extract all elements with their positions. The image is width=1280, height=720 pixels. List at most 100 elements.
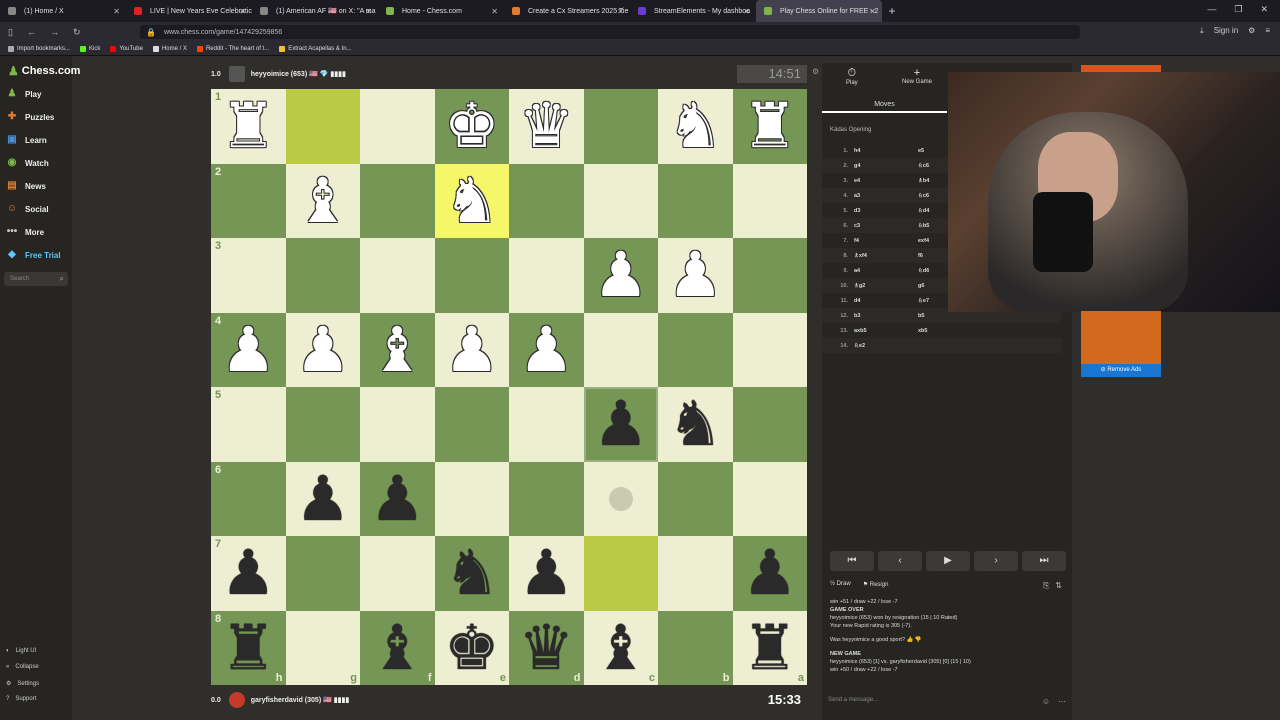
top-player-name[interactable]: heyyoimice (653) 🇺🇸 💎 ▮▮▮▮ xyxy=(251,70,346,78)
white-move[interactable]: ♗xf4 xyxy=(854,253,904,259)
board-square[interactable]: ♟ xyxy=(658,238,733,313)
board-square[interactable]: ♟ xyxy=(285,461,360,536)
board-square[interactable]: a ♜ xyxy=(732,610,807,685)
sidebar-bottom-collapse[interactable]: « Collapse xyxy=(6,664,39,670)
white-pawn-piece[interactable]: ♟ xyxy=(518,318,574,381)
tab-new-game[interactable]: + New Game xyxy=(902,67,932,85)
board-square[interactable]: 1 ♜ xyxy=(211,89,286,164)
board-settings-icon[interactable]: ⚙ xyxy=(812,67,819,76)
board-square[interactable] xyxy=(583,536,658,611)
board-square[interactable]: f ♝ xyxy=(360,610,435,685)
bookmark-item[interactable]: Home / X xyxy=(152,45,187,52)
download-icon[interactable]: ⤓ xyxy=(1200,26,1204,36)
board-square[interactable] xyxy=(583,163,658,238)
black-pawn-piece[interactable]: ♟ xyxy=(593,393,649,455)
black-move[interactable]: b5 xyxy=(918,313,968,319)
menu-icon[interactable]: ≡ xyxy=(1265,26,1270,36)
sidebar-toggle-icon[interactable]: ▯ xyxy=(8,27,13,38)
black-pawn-piece[interactable]: ♟ xyxy=(742,542,798,604)
board-square[interactable]: ♟ xyxy=(434,312,509,387)
board-square[interactable]: 2 xyxy=(211,163,286,238)
bookmark-item[interactable]: Kick xyxy=(80,45,100,52)
board-square[interactable] xyxy=(285,387,360,462)
board-square[interactable]: ♟ xyxy=(285,312,360,387)
legal-move-dot[interactable] xyxy=(608,486,633,511)
board-square[interactable] xyxy=(434,238,509,313)
board-square[interactable]: ♚ xyxy=(434,89,509,164)
black-pawn-piece[interactable]: ♟ xyxy=(220,542,276,604)
board-square[interactable]: b xyxy=(658,610,733,685)
black-knight-piece[interactable]: ♞ xyxy=(667,393,723,455)
resign-button[interactable]: ⚑ Resign xyxy=(863,581,889,588)
new-tab-button[interactable]: + xyxy=(882,4,902,18)
sidebar-item-social[interactable]: ☺ Social xyxy=(6,203,49,215)
board-square[interactable]: ♝ xyxy=(360,312,435,387)
chesscom-logo[interactable]: ♟ Chess.com xyxy=(8,64,80,78)
bottom-player-name[interactable]: garyfisherdavid (305) 🇺🇸 ▮▮▮▮ xyxy=(251,696,349,704)
white-pawn-piece[interactable]: ♟ xyxy=(593,244,649,306)
forward-icon[interactable]: → xyxy=(50,27,59,38)
tab-play[interactable]: ⏱ Play xyxy=(846,67,858,86)
board-square[interactable] xyxy=(658,461,733,536)
board-square[interactable] xyxy=(732,387,807,462)
black-queen-piece[interactable]: ♛ xyxy=(518,616,574,679)
board-square[interactable]: g xyxy=(285,610,360,685)
sidebar-bottom-settings[interactable]: ⚙ Settings xyxy=(6,680,39,688)
board-square[interactable] xyxy=(285,536,360,611)
white-move[interactable]: h4 xyxy=(854,148,904,154)
emoji-icon[interactable]: ☺ xyxy=(1042,697,1050,706)
board-square[interactable]: d ♛ xyxy=(509,610,584,685)
white-move[interactable]: ♗g2 xyxy=(854,283,904,289)
bookmark-item[interactable]: Import bookmarks... xyxy=(8,45,70,52)
white-move[interactable]: axb5 xyxy=(854,328,904,334)
board-square[interactable]: 5 xyxy=(211,387,286,462)
board-square[interactable]: ♟ xyxy=(732,536,807,611)
white-pawn-piece[interactable]: ♟ xyxy=(667,244,723,306)
sidebar-bottom-support[interactable]: ? Support xyxy=(6,696,36,702)
white-move[interactable]: d3 xyxy=(854,208,904,214)
close-tab-icon[interactable]: ✕ xyxy=(113,7,120,16)
black-bishop-piece[interactable]: ♝ xyxy=(369,616,425,679)
white-move[interactable]: f4 xyxy=(854,238,904,244)
board-square[interactable]: ♟ xyxy=(583,387,658,462)
white-move[interactable]: d4 xyxy=(854,298,904,304)
browser-tab[interactable]: Home - Chess.com ✕ xyxy=(378,0,504,22)
bookmark-item[interactable]: YouTube xyxy=(110,45,143,52)
chess-board[interactable]: 1 ♜ ♚ ♛ ♞ ♜ 2 ♝ ♞ 3 ♟ ♟ 4 ♟ ♟ ♝ ♟ ♟ 5 ♟ ♞ 6 ♟ ♟ 7 ♟ ♞ ♟ ♟ 8 h ♜ g f ♝ e ♚ d ♛ c… xyxy=(211,89,807,685)
board-square[interactable] xyxy=(658,163,733,238)
extensions-icon[interactable]: ⚙ xyxy=(1248,26,1255,36)
white-move[interactable]: g4 xyxy=(854,163,904,169)
draw-button[interactable]: ½ Draw xyxy=(830,581,851,588)
sidebar-item-more[interactable]: ••• More xyxy=(6,226,44,238)
search-input[interactable]: Search ⌕ xyxy=(4,272,68,286)
address-bar[interactable]: 🔒 www.chess.com/game/147429259856 xyxy=(140,25,1080,39)
board-square[interactable] xyxy=(434,387,509,462)
board-square[interactable] xyxy=(360,387,435,462)
board-square[interactable]: ♞ xyxy=(434,536,509,611)
bookmark-item[interactable]: Reddit - The heart of t... xyxy=(196,45,269,52)
tab-moves[interactable]: Moves xyxy=(822,99,947,113)
board-square[interactable]: ♞ xyxy=(658,387,733,462)
board-square[interactable] xyxy=(732,461,807,536)
board-square[interactable]: 3 xyxy=(211,238,286,313)
black-pawn-piece[interactable]: ♟ xyxy=(295,467,351,530)
board-square[interactable]: ♞ xyxy=(658,89,733,164)
play-button[interactable]: ▶ xyxy=(926,551,970,571)
board-square[interactable] xyxy=(583,461,658,536)
sidebar-item-puzzles[interactable]: ✚ Puzzles xyxy=(6,111,55,123)
thumbs-up-icon[interactable]: 👍 xyxy=(907,637,914,643)
board-square[interactable]: ♟ xyxy=(509,536,584,611)
close-window-icon[interactable]: ✕ xyxy=(1260,4,1268,15)
white-move[interactable]: ♘e2 xyxy=(854,343,904,349)
board-square[interactable] xyxy=(732,312,807,387)
white-pawn-piece[interactable]: ♟ xyxy=(220,318,276,381)
browser-tab[interactable]: LIVE | New Years Eve Celebratic ✕ xyxy=(126,0,252,22)
white-bishop-piece[interactable]: ♝ xyxy=(295,169,351,232)
board-square[interactable]: 8 h ♜ xyxy=(211,610,286,685)
white-rook-piece[interactable]: ♜ xyxy=(220,95,276,157)
back-icon[interactable]: ← xyxy=(27,27,36,38)
black-move[interactable]: xb5 xyxy=(918,328,968,334)
black-rook-piece[interactable]: ♜ xyxy=(220,616,276,679)
reload-icon[interactable]: ↻ xyxy=(73,27,81,38)
board-square[interactable] xyxy=(360,163,435,238)
